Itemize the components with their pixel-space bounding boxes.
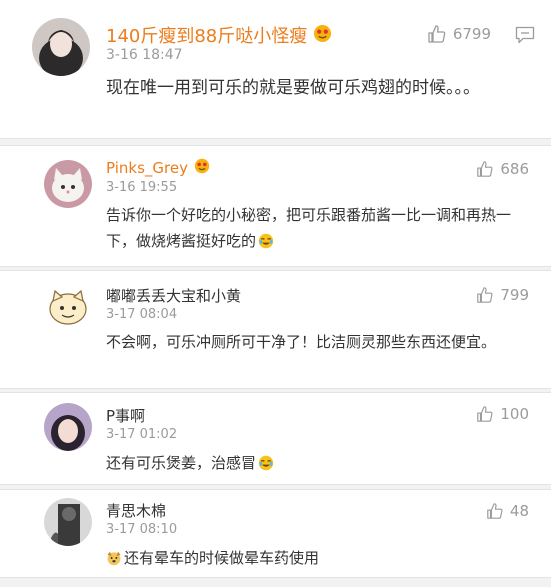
- like-count: 686: [500, 160, 529, 178]
- comment-text: 不会啊，可乐冲厕所可干净了！比洁厕灵那些东西还便宜。: [106, 333, 497, 351]
- vip-face-icon: [194, 158, 210, 174]
- like-count: 48: [509, 502, 529, 520]
- like-button[interactable]: 799: [476, 286, 529, 304]
- like-button[interactable]: 48: [486, 502, 529, 520]
- dog-face-emoji: [106, 549, 122, 573]
- comment-time: 3-17 08:10: [106, 522, 178, 537]
- comment-text: 告诉你一个好吃的小秘密，把可乐跟番茄酱一比一调和再热一下，做烧烤酱挺好吃的: [106, 202, 533, 257]
- like-count: 6799: [452, 25, 491, 43]
- comment-card: P事啊 3-17 01:02 还有可乐煲姜，治感冒 100: [0, 392, 551, 485]
- vip-face-icon: [313, 24, 332, 43]
- comment-card: 嘟嘟丢丢大宝和小黄 3-17 08:04 不会啊，可乐冲厕所可干净了！比洁厕灵那…: [0, 270, 551, 389]
- avatar-image: [32, 18, 90, 76]
- comment-text: 还有可乐煲姜，治感冒: [106, 451, 533, 478]
- like-button[interactable]: 100: [476, 405, 529, 423]
- comment-time: 3-17 01:02: [106, 427, 178, 442]
- comment-text: 现在唯一用到可乐的就是要做可乐鸡翅的时候。。。: [106, 78, 480, 98]
- like-count: 799: [500, 286, 529, 304]
- laugh-cry-emoji: [258, 231, 274, 257]
- thumbs-up-icon: [487, 503, 503, 519]
- thumbs-up-icon: [477, 287, 493, 303]
- comment-author[interactable]: 140斤瘦到88斤哒小怪瘦: [106, 22, 332, 48]
- like-button[interactable]: 686: [476, 160, 529, 178]
- avatar[interactable]: [44, 283, 92, 331]
- avatar[interactable]: [44, 498, 92, 546]
- avatar-image: [44, 498, 92, 546]
- avatar-image: [44, 283, 92, 331]
- avatar-image: [44, 403, 92, 451]
- thumbs-up-icon: [477, 161, 493, 177]
- comment-time: 3-17 08:04: [106, 307, 178, 322]
- like-count: 100: [500, 405, 529, 423]
- comment-time: 3-16 19:55: [106, 180, 178, 195]
- comment-reply-icon[interactable]: [515, 26, 535, 48]
- avatar[interactable]: [44, 160, 92, 208]
- comment-author[interactable]: 嘟嘟丢丢大宝和小黄: [106, 285, 241, 306]
- comment-card: 青思木棉 3-17 08:10 还有晕车的时候做晕车药使用 48: [0, 489, 551, 578]
- thumbs-up-icon: [477, 406, 493, 422]
- comment-author[interactable]: Pinks_Grey: [106, 158, 210, 177]
- like-button[interactable]: 6799: [427, 24, 491, 44]
- laugh-cry-emoji: [258, 454, 274, 478]
- comment-author[interactable]: 青思木棉: [106, 500, 166, 521]
- comment-card: Pinks_Grey 3-16 19:55 告诉你一个好吃的小秘密，把可乐跟番茄…: [0, 145, 551, 267]
- thumbs-up-icon: [428, 25, 446, 43]
- comment-text: 还有晕车的时候做晕车药使用: [106, 546, 533, 573]
- comment-author[interactable]: P事啊: [106, 405, 145, 426]
- avatar[interactable]: [32, 18, 90, 76]
- avatar[interactable]: [44, 403, 92, 451]
- avatar-image: [44, 160, 92, 208]
- comment-card: 140斤瘦到88斤哒小怪瘦 3-16 18:47 现在唯一用到可乐的就是要做可乐…: [0, 0, 551, 139]
- comment-time: 3-16 18:47: [106, 47, 183, 63]
